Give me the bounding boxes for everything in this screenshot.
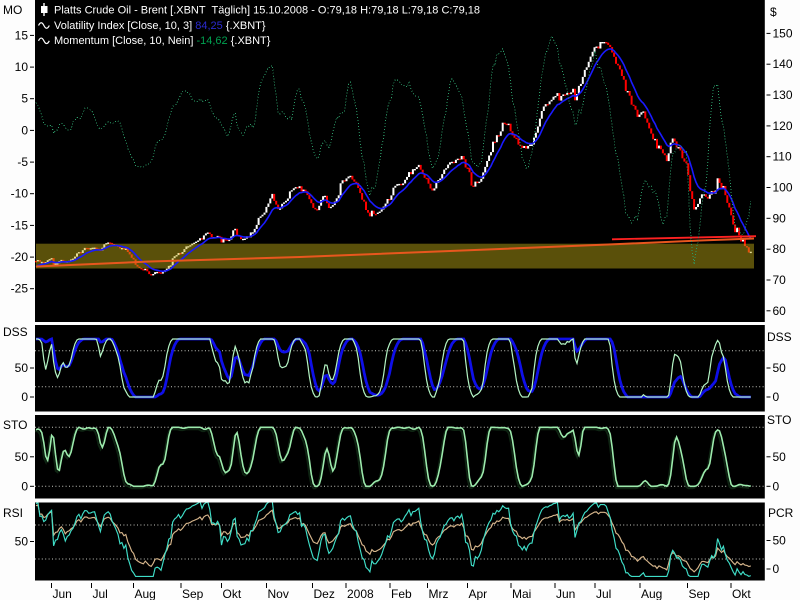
svg-text:0: 0 xyxy=(773,562,780,576)
svg-text:50: 50 xyxy=(15,450,29,464)
svg-text:80: 80 xyxy=(773,242,787,256)
svg-text:110: 110 xyxy=(773,150,792,164)
svg-text:Okt: Okt xyxy=(732,587,751,600)
svg-text:-20: -20 xyxy=(11,250,29,264)
svg-text:Jun: Jun xyxy=(556,587,575,600)
svg-text:15: 15 xyxy=(15,28,29,42)
svg-text:0: 0 xyxy=(21,390,28,404)
svg-text:-10: -10 xyxy=(11,187,29,201)
svg-text:Jul: Jul xyxy=(596,587,611,600)
svg-text:50: 50 xyxy=(15,361,29,375)
svg-text:Dez: Dez xyxy=(314,587,335,600)
svg-text:STO: STO xyxy=(767,413,791,427)
svg-text:50: 50 xyxy=(773,450,787,464)
svg-text:2008: 2008 xyxy=(347,587,374,600)
svg-text:Sep: Sep xyxy=(182,587,204,600)
svg-text:Aug: Aug xyxy=(641,587,662,600)
svg-text:Aug: Aug xyxy=(135,587,156,600)
svg-text:5: 5 xyxy=(21,92,28,106)
svg-text:Mrz: Mrz xyxy=(429,587,449,600)
svg-text:Jul: Jul xyxy=(93,587,108,600)
svg-text:90: 90 xyxy=(773,211,787,225)
svg-text:50: 50 xyxy=(15,535,29,549)
svg-text:-5: -5 xyxy=(17,155,28,169)
svg-text:Momentum [Close, 10, Nein] -14: Momentum [Close, 10, Nein] -14,62 {.XBNT… xyxy=(54,35,271,47)
svg-text:Jun: Jun xyxy=(53,587,72,600)
svg-text:150: 150 xyxy=(773,26,793,40)
svg-text:100: 100 xyxy=(773,181,793,195)
svg-text:STO: STO xyxy=(3,418,27,432)
svg-text:$: $ xyxy=(770,5,777,19)
svg-text:0: 0 xyxy=(773,390,780,404)
svg-text:0: 0 xyxy=(773,479,780,493)
svg-text:Feb: Feb xyxy=(391,587,412,600)
svg-text:0: 0 xyxy=(21,123,28,137)
svg-text:120: 120 xyxy=(773,119,793,133)
svg-text:60: 60 xyxy=(773,304,787,318)
svg-text:50: 50 xyxy=(773,534,787,548)
svg-text:Okt: Okt xyxy=(223,587,242,600)
svg-text:70: 70 xyxy=(773,273,787,287)
svg-text:DSS: DSS xyxy=(767,330,792,344)
svg-text:Nov: Nov xyxy=(268,587,289,600)
svg-text:PCR: PCR xyxy=(768,506,794,520)
svg-text:RSI: RSI xyxy=(3,506,23,520)
svg-text:-25: -25 xyxy=(11,282,29,296)
svg-text:Mai: Mai xyxy=(512,587,531,600)
svg-text:DSS: DSS xyxy=(3,325,28,339)
svg-text:0: 0 xyxy=(21,479,28,493)
svg-text:Platts Crude Oil - Brent [.XBN: Platts Crude Oil - Brent [.XBNT Täglich]… xyxy=(54,5,480,17)
svg-text:10: 10 xyxy=(15,60,29,74)
svg-text:Apr: Apr xyxy=(469,587,488,600)
svg-text:Volatility Index [Close, 10, 3: Volatility Index [Close, 10, 3] 84,25 {.… xyxy=(54,20,266,32)
svg-text:140: 140 xyxy=(773,57,793,71)
svg-text:50: 50 xyxy=(773,361,787,375)
svg-text:MO: MO xyxy=(3,3,22,17)
svg-text:-15: -15 xyxy=(11,218,29,232)
svg-text:Sep: Sep xyxy=(689,587,711,600)
svg-text:130: 130 xyxy=(773,88,793,102)
